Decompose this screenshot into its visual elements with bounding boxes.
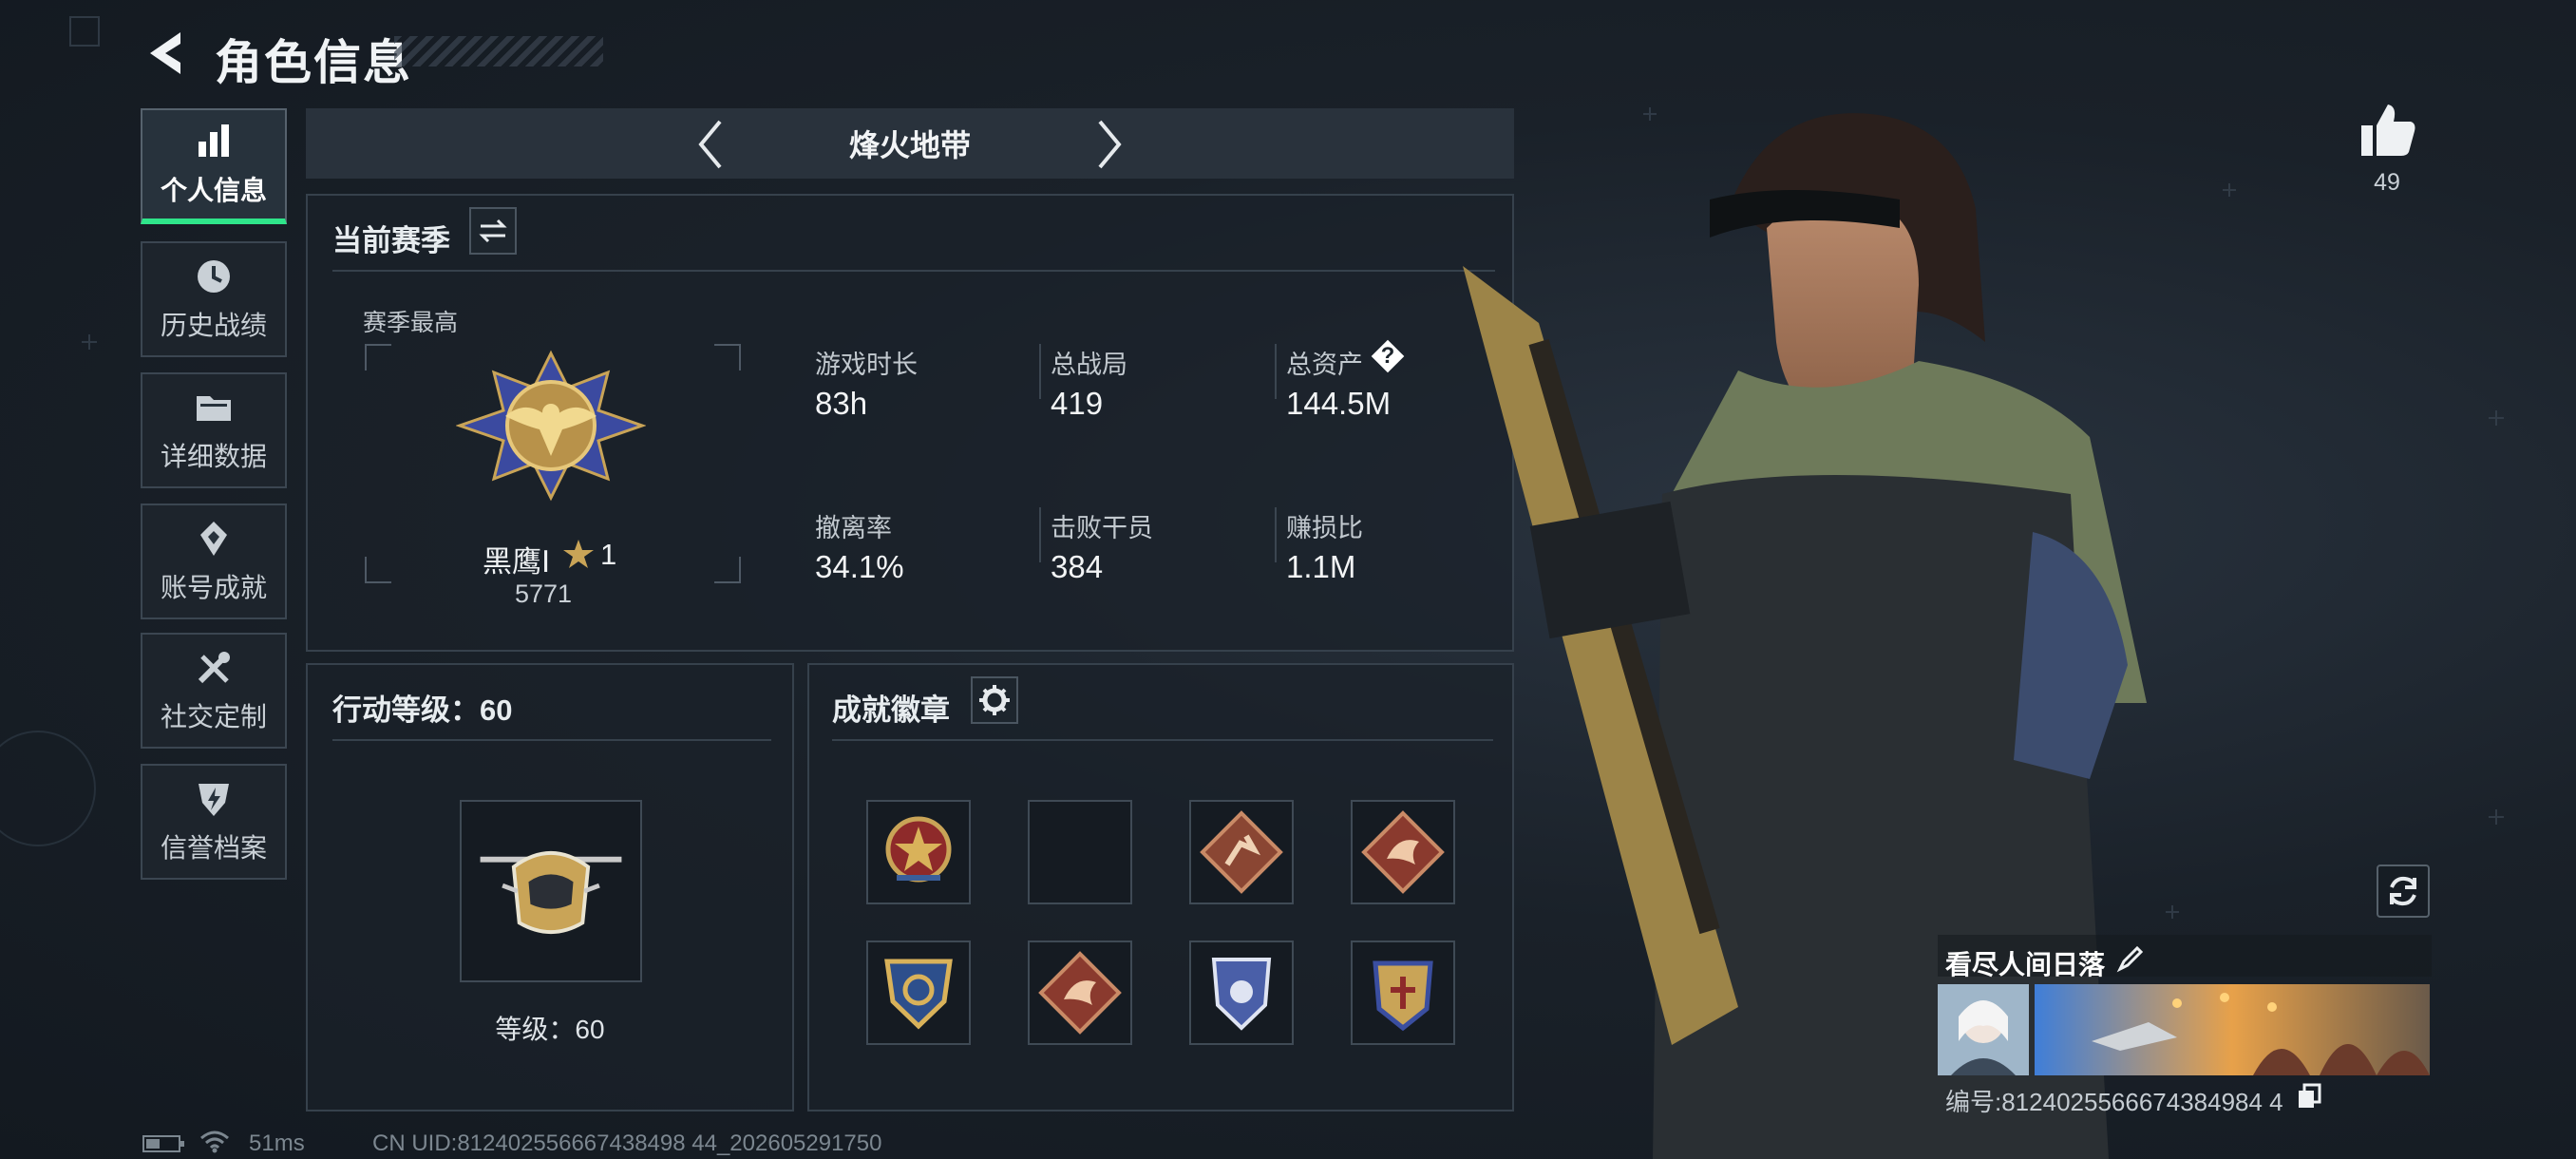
badge-slot[interactable] <box>866 800 971 904</box>
avatar[interactable] <box>1938 984 2029 1075</box>
wifi-icon <box>200 1130 229 1153</box>
like-count: 49 <box>2374 169 2400 196</box>
battery-icon <box>142 1135 184 1152</box>
action-level-title: 行动等级：60 <box>332 694 513 727</box>
swap-arrows-icon <box>479 218 507 243</box>
rank-emblem-icon <box>456 350 646 502</box>
helicopter-emblem-icon <box>480 850 622 934</box>
stat-value-extract-rate: 34.1% <box>815 549 904 584</box>
eagle-shield-badge-icon <box>884 959 953 1030</box>
level-emblem-frame <box>460 800 642 982</box>
back-arrow-icon[interactable] <box>142 27 190 80</box>
level-text: 等级：60 <box>495 1015 605 1044</box>
folder-icon <box>197 396 231 421</box>
thumbs-up-icon[interactable] <box>2356 101 2418 160</box>
map-mode-title: 烽火地带 <box>848 128 971 162</box>
gear-icon <box>979 685 1010 715</box>
badge-slot[interactable] <box>1189 940 1294 1045</box>
divider <box>1039 507 1041 562</box>
tools-icon <box>198 652 230 684</box>
page-title: 角色信息 <box>215 36 412 89</box>
sidebar-item-label: 详细数据 <box>160 442 267 471</box>
rank-stars: 1 <box>600 538 617 571</box>
stat-label-playtime: 游戏时长 <box>815 351 918 379</box>
dragon-diamond-badge-icon <box>1038 951 1122 1035</box>
frame-corner <box>714 344 741 370</box>
sidebar-item-label: 信誉档案 <box>160 833 267 863</box>
history-clock-icon <box>198 260 230 293</box>
stat-value-operators-defeated: 384 <box>1051 549 1104 584</box>
stat-value-profit-ratio: 1.1M <box>1286 549 1356 584</box>
sidebar-item-label: 历史战绩 <box>160 311 267 340</box>
sidebar-item-social-custom[interactable]: 社交定制 <box>141 633 287 749</box>
stat-value-total-assets: 144.5M <box>1286 386 1392 421</box>
badge-slot[interactable] <box>1028 940 1132 1045</box>
sidebar-item-label: 个人信息 <box>160 176 267 205</box>
stat-value-total-matches: 419 <box>1051 386 1104 421</box>
sidebar-item-personal-info[interactable]: 个人信息 <box>141 108 287 224</box>
season-title: 当前赛季 <box>332 224 450 257</box>
star-icon <box>563 540 594 568</box>
divider <box>1275 507 1277 562</box>
achievement-icon <box>200 522 227 556</box>
player-id: 编号:8124025566674384984 4 <box>1945 1088 2283 1116</box>
rank-points: 5771 <box>515 580 573 608</box>
divider <box>832 739 1493 741</box>
badge-settings-button[interactable] <box>971 676 1018 724</box>
stat-label-total-matches: 总战局 <box>1051 351 1127 379</box>
frame-corner <box>714 557 741 583</box>
divider <box>332 270 1495 272</box>
shield-bolt-icon <box>199 784 229 816</box>
edit-pencil-icon[interactable] <box>2116 944 2145 973</box>
sidebar-item-label: 社交定制 <box>160 702 267 732</box>
divider <box>332 739 771 741</box>
refresh-button[interactable] <box>2377 864 2430 918</box>
player-nickname: 看尽人间日落 <box>1945 950 2106 979</box>
badge-slot[interactable] <box>866 940 971 1045</box>
stat-label-operators-defeated: 击败干员 <box>1051 514 1153 542</box>
stat-label-profit-ratio: 赚损比 <box>1286 514 1363 542</box>
stat-label-total-assets: 总资产 <box>1286 351 1363 379</box>
stat-value-playtime: 83h <box>815 386 868 421</box>
title-decoration <box>394 36 603 66</box>
stat-label-extract-rate: 撤离率 <box>815 514 892 542</box>
badges-title: 成就徽章 <box>832 694 950 727</box>
divider <box>1039 344 1041 399</box>
season-switch-button[interactable] <box>469 207 517 255</box>
blue-shield-badge-icon <box>1211 958 1272 1031</box>
copy-icon[interactable] <box>2297 1083 2321 1110</box>
sidebar-item-label: 账号成就 <box>160 573 267 602</box>
frame-corner <box>365 344 391 370</box>
season-best-label: 赛季最高 <box>363 310 459 336</box>
help-icon[interactable]: ? <box>1372 340 1404 372</box>
sidebar-item-history[interactable]: 历史战绩 <box>141 241 287 357</box>
badge-slot[interactable] <box>1189 800 1294 904</box>
star-medal-badge-icon <box>885 816 952 883</box>
sidebar-item-credit-record[interactable]: 信誉档案 <box>141 764 287 880</box>
bar-chart-icon <box>199 124 229 157</box>
runner-diamond-badge-icon <box>1200 810 1283 894</box>
network-ping: 51ms <box>249 1130 305 1156</box>
divider <box>1275 344 1277 399</box>
frame-corner <box>365 557 391 583</box>
chevron-right-icon[interactable] <box>1092 116 1127 173</box>
badge-slot-empty[interactable] <box>1028 800 1132 904</box>
sidebar-item-account-achievements[interactable]: 账号成就 <box>141 504 287 619</box>
profile-banner-image <box>2035 984 2430 1075</box>
rank-name: 黑鹰Ⅰ <box>483 545 551 579</box>
refresh-icon <box>2390 876 2416 906</box>
sidebar-item-detailed-data[interactable]: 详细数据 <box>141 372 287 488</box>
build-uid: CN UID:812402556667438498 44_20260529175… <box>372 1130 882 1156</box>
